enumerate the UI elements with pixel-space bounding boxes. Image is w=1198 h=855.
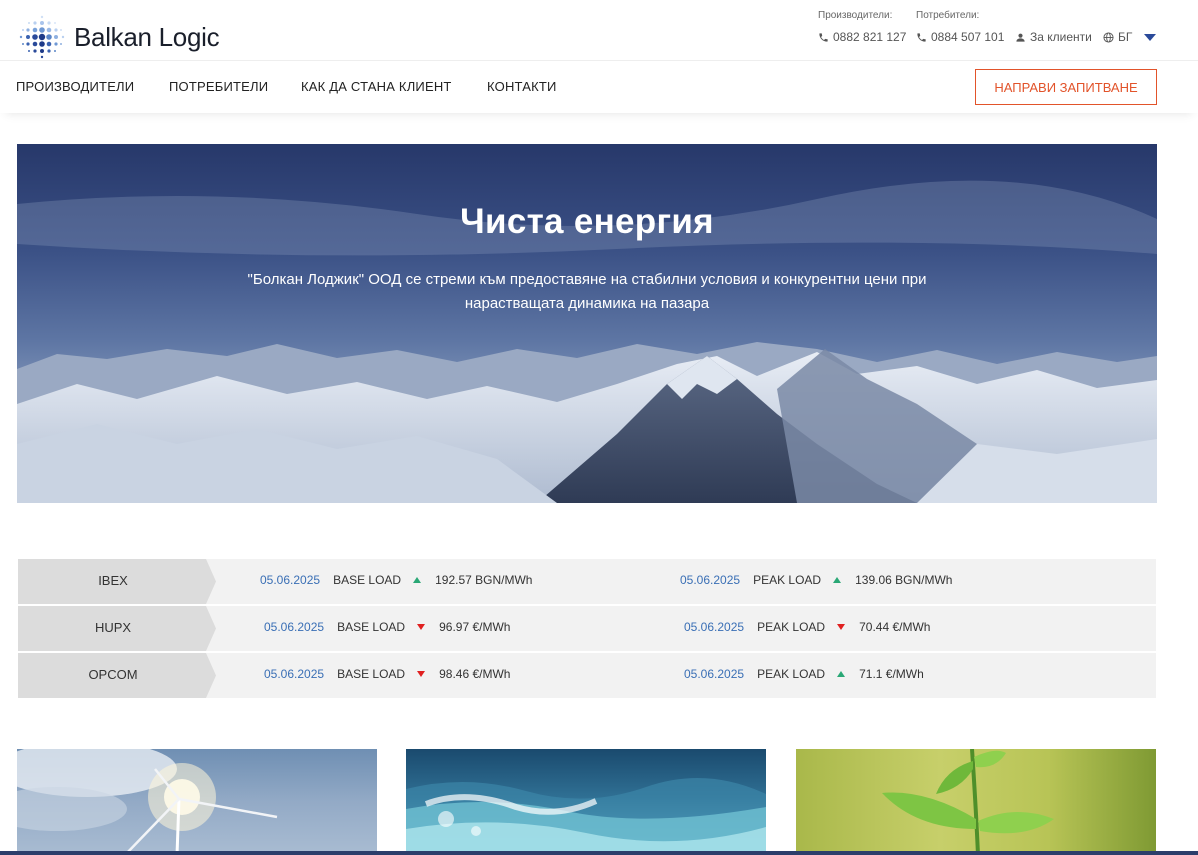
quote-value: 96.97 €/MWh — [439, 620, 511, 634]
peak-load-quote: 05.06.2025 PEAK LOAD 70.44 €/MWh — [684, 620, 930, 634]
exchange-cell: HUPX — [18, 606, 233, 651]
bottom-border — [0, 851, 1198, 855]
top-bar: Balkan Logic Производители: 0882 821 127… — [0, 0, 1198, 61]
exchange-name: HUPX — [94, 620, 132, 635]
quote-date[interactable]: 05.06.2025 — [260, 573, 320, 587]
quote-type: BASE LOAD — [333, 573, 402, 587]
hero-banner: Чиста енергия "Болкан Лоджик" ООД се стр… — [17, 144, 1157, 503]
quote-date[interactable]: 05.06.2025 — [264, 620, 324, 634]
quote-type: PEAK LOAD — [757, 620, 826, 634]
quote-date[interactable]: 05.06.2025 — [264, 667, 324, 681]
user-icon — [1016, 33, 1025, 42]
base-load-quote: 05.06.2025 BASE LOAD 192.57 BGN/MWh — [260, 573, 532, 587]
request-quote-button[interactable]: НАПРАВИ ЗАПИТВАНЕ — [975, 69, 1157, 105]
quote-type: PEAK LOAD — [753, 573, 822, 587]
language-label: БГ — [1118, 30, 1133, 44]
consumers-label: Потребители: — [916, 10, 980, 21]
quote-type: BASE LOAD — [337, 620, 406, 634]
peak-load-quote: 05.06.2025 PEAK LOAD 139.06 BGN/MWh — [680, 573, 952, 587]
wind-energy-card[interactable] — [17, 749, 377, 855]
contact-consumers: Потребители: 0884 507 101 — [916, 10, 1004, 44]
peak-load-quote: 05.06.2025 PEAK LOAD 71.1 €/MWh — [684, 667, 924, 681]
nav-item-consumers[interactable]: ПОТРЕБИТЕЛИ — [169, 79, 268, 94]
trend-up-icon — [837, 671, 846, 677]
price-row-ibex: IBEX 05.06.2025 BASE LOAD 192.57 BGN/MWh… — [18, 559, 1156, 604]
mountain-background-image — [17, 180, 1157, 503]
quote-type: PEAK LOAD — [757, 667, 826, 681]
quote-date[interactable]: 05.06.2025 — [680, 573, 740, 587]
quote-type: BASE LOAD — [337, 667, 406, 681]
chevron-down-icon — [1144, 33, 1157, 41]
wind-turbine-image — [17, 749, 278, 855]
quote-value: 98.46 €/MWh — [439, 667, 511, 681]
trend-down-icon — [417, 624, 426, 630]
nav-item-producers[interactable]: ПРОИЗВОДИТЕЛИ — [16, 79, 134, 94]
exchange-cell: IBEX — [18, 559, 233, 604]
trend-up-icon — [413, 577, 422, 583]
producers-label: Производители: — [818, 10, 893, 21]
logo-mark-icon — [19, 15, 65, 59]
globe-icon — [1103, 31, 1114, 43]
price-row-opcom: OPCOM 05.06.2025 BASE LOAD 98.46 €/MWh 0… — [18, 653, 1156, 698]
brand-logo[interactable]: Balkan Logic — [16, 14, 220, 60]
brand-name: Balkan Logic — [74, 21, 220, 52]
quote-date[interactable]: 05.06.2025 — [684, 620, 744, 634]
trend-down-icon — [417, 671, 426, 677]
exchange-name: IBEX — [98, 573, 128, 588]
water-wave-image — [406, 778, 766, 855]
trend-up-icon — [833, 577, 842, 583]
client-login-link[interactable]: За клиенти — [1015, 30, 1092, 44]
phone-icon — [917, 32, 926, 42]
nav-item-contacts[interactable]: КОНТАКТИ — [487, 79, 557, 94]
nav-item-how-to-become-client[interactable]: КАК ДА СТАНА КЛИЕНТ — [301, 79, 452, 94]
consumers-phone-number: 0884 507 101 — [931, 30, 1005, 44]
trend-down-icon — [837, 624, 846, 630]
hero-title: Чиста енергия — [460, 202, 714, 241]
quote-value: 70.44 €/MWh — [859, 620, 931, 634]
quote-value: 192.57 BGN/MWh — [435, 573, 533, 587]
base-load-quote: 05.06.2025 BASE LOAD 96.97 €/MWh — [264, 620, 510, 634]
quote-value: 139.06 BGN/MWh — [855, 573, 953, 587]
quote-value: 71.1 €/MWh — [859, 667, 924, 681]
client-link-label: За клиенти — [1030, 30, 1092, 44]
exchange-name: OPCOM — [88, 667, 138, 682]
hero-subtitle: "Болкан Лоджик" ООД се стреми към предос… — [247, 271, 927, 312]
contact-producers: Производители: 0882 821 127 — [818, 10, 906, 44]
green-energy-card[interactable] — [796, 749, 1156, 855]
producers-phone[interactable]: 0882 821 127 — [818, 30, 906, 44]
consumers-phone[interactable]: 0884 507 101 — [916, 30, 1004, 44]
main-nav: ПРОИЗВОДИТЕЛИ ПОТРЕБИТЕЛИ КАК ДА СТАНА К… — [0, 61, 1198, 113]
quote-date[interactable]: 05.06.2025 — [684, 667, 744, 681]
language-selector[interactable]: БГ — [1103, 30, 1157, 44]
producers-phone-number: 0882 821 127 — [833, 30, 907, 44]
exchange-cell: OPCOM — [18, 653, 233, 698]
phone-icon — [819, 32, 828, 42]
price-row-hupx: HUPX 05.06.2025 BASE LOAD 96.97 €/MWh 05… — [18, 606, 1156, 651]
base-load-quote: 05.06.2025 BASE LOAD 98.46 €/MWh — [264, 667, 510, 681]
plant-sprout-image — [882, 749, 1054, 855]
hydro-energy-card[interactable] — [406, 749, 766, 855]
energy-prices-table: IBEX 05.06.2025 BASE LOAD 192.57 BGN/MWh… — [18, 559, 1156, 700]
